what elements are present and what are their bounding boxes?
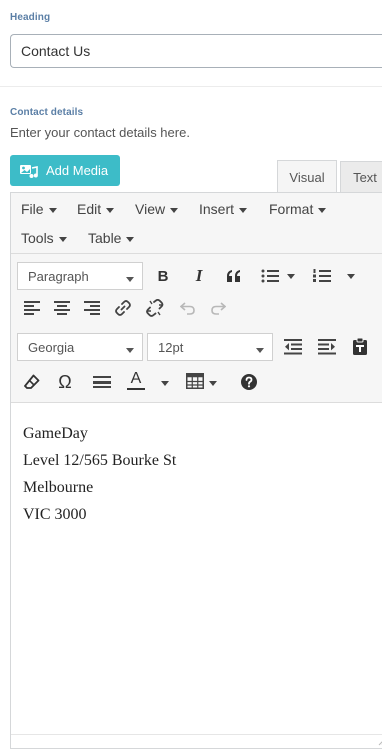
link-icon[interactable]	[112, 297, 134, 319]
chevron-down-icon	[58, 236, 67, 242]
menu-insert[interactable]: Insert	[199, 201, 248, 217]
clear-formatting-icon[interactable]	[21, 371, 43, 393]
table-icon[interactable]	[184, 370, 206, 392]
outdent-icon[interactable]	[282, 336, 304, 358]
menu-table-label: Table	[88, 230, 122, 246]
help-icon[interactable]	[238, 371, 260, 393]
italic-button[interactable]: I	[188, 265, 210, 287]
heading-input[interactable]	[10, 34, 382, 68]
redo-icon[interactable]	[207, 297, 229, 319]
horizontal-line-icon[interactable]	[91, 371, 113, 393]
bold-button[interactable]: B	[152, 265, 174, 287]
menu-format[interactable]: Format	[269, 201, 327, 217]
chevron-down-icon	[126, 277, 134, 282]
font-size-value: 12pt	[158, 339, 184, 355]
chevron-down-icon	[170, 207, 179, 213]
menu-tools[interactable]: Tools	[21, 230, 67, 246]
add-media-label: Add Media	[46, 163, 109, 178]
editor-statusbar	[11, 734, 382, 748]
resize-grip-icon[interactable]	[378, 738, 382, 746]
menu-file[interactable]: File	[21, 201, 57, 217]
chevron-down-icon	[318, 207, 327, 213]
contact-details-description: Enter your contact details here.	[10, 125, 190, 140]
editor-content[interactable]: GameDay Level 12/565 Bourke St Melbourne…	[11, 404, 382, 528]
block-format-value: Paragraph	[28, 268, 89, 284]
undo-icon[interactable]	[177, 297, 199, 319]
content-line: Melbourne	[23, 479, 94, 496]
font-family-value: Georgia	[28, 339, 75, 355]
menu-file-label: File	[21, 201, 44, 217]
menu-format-label: Format	[269, 201, 314, 217]
chevron-down-icon	[126, 236, 135, 242]
text-color-icon[interactable]: A	[125, 369, 147, 391]
tab-text[interactable]: Text	[340, 161, 382, 192]
bullet-list-icon[interactable]	[259, 265, 281, 287]
align-right-icon[interactable]	[81, 297, 103, 319]
menu-edit[interactable]: Edit	[77, 201, 115, 217]
menu-table[interactable]: Table	[88, 230, 135, 246]
chevron-down-icon	[239, 207, 248, 213]
font-family-select[interactable]: Georgia	[17, 333, 143, 361]
align-left-icon[interactable]	[21, 297, 43, 319]
formatting-toolbar: Paragraph B I Georgia 12pt Ω A	[11, 253, 382, 403]
menu-insert-label: Insert	[199, 201, 235, 217]
contact-details-label: Contact details	[10, 107, 84, 118]
menu-edit-label: Edit	[77, 201, 102, 217]
chevron-down-icon	[256, 348, 264, 353]
add-media-icon	[20, 163, 38, 179]
chevron-down-icon	[48, 207, 57, 213]
blockquote-icon[interactable]	[223, 265, 245, 287]
menu-tools-label: Tools	[21, 230, 54, 246]
special-character-icon[interactable]: Ω	[54, 371, 76, 393]
content-line: Level 12/565 Bourke St	[23, 452, 177, 469]
block-format-select[interactable]: Paragraph	[17, 262, 143, 290]
text-color-chevron-icon[interactable]	[161, 381, 169, 386]
bullet-list-chevron-icon[interactable]	[287, 274, 295, 279]
rich-text-editor: File Edit View Insert Format Tools Table…	[10, 192, 382, 749]
numbered-list-chevron-icon[interactable]	[347, 274, 355, 279]
menu-view[interactable]: View	[135, 201, 179, 217]
font-size-select[interactable]: 12pt	[147, 333, 273, 361]
content-line: GameDay	[23, 425, 88, 442]
add-media-button[interactable]: Add Media	[10, 155, 120, 186]
menu-view-label: View	[135, 201, 166, 217]
text-color-swatch	[127, 387, 145, 390]
unlink-icon[interactable]	[144, 297, 166, 319]
indent-icon[interactable]	[316, 336, 338, 358]
heading-label: Heading	[10, 12, 51, 23]
table-chevron-icon[interactable]	[209, 381, 217, 386]
menubar: File Edit View Insert Format Tools Table	[11, 193, 382, 253]
paste-text-icon[interactable]	[349, 335, 371, 357]
text-color-letter: A	[130, 369, 142, 387]
chevron-down-icon	[126, 348, 134, 353]
content-line: VIC 3000	[23, 506, 87, 523]
chevron-down-icon	[106, 207, 115, 213]
tab-visual[interactable]: Visual	[277, 160, 337, 193]
align-center-icon[interactable]	[51, 297, 73, 319]
section-divider	[0, 86, 382, 87]
numbered-list-icon[interactable]	[311, 265, 333, 287]
